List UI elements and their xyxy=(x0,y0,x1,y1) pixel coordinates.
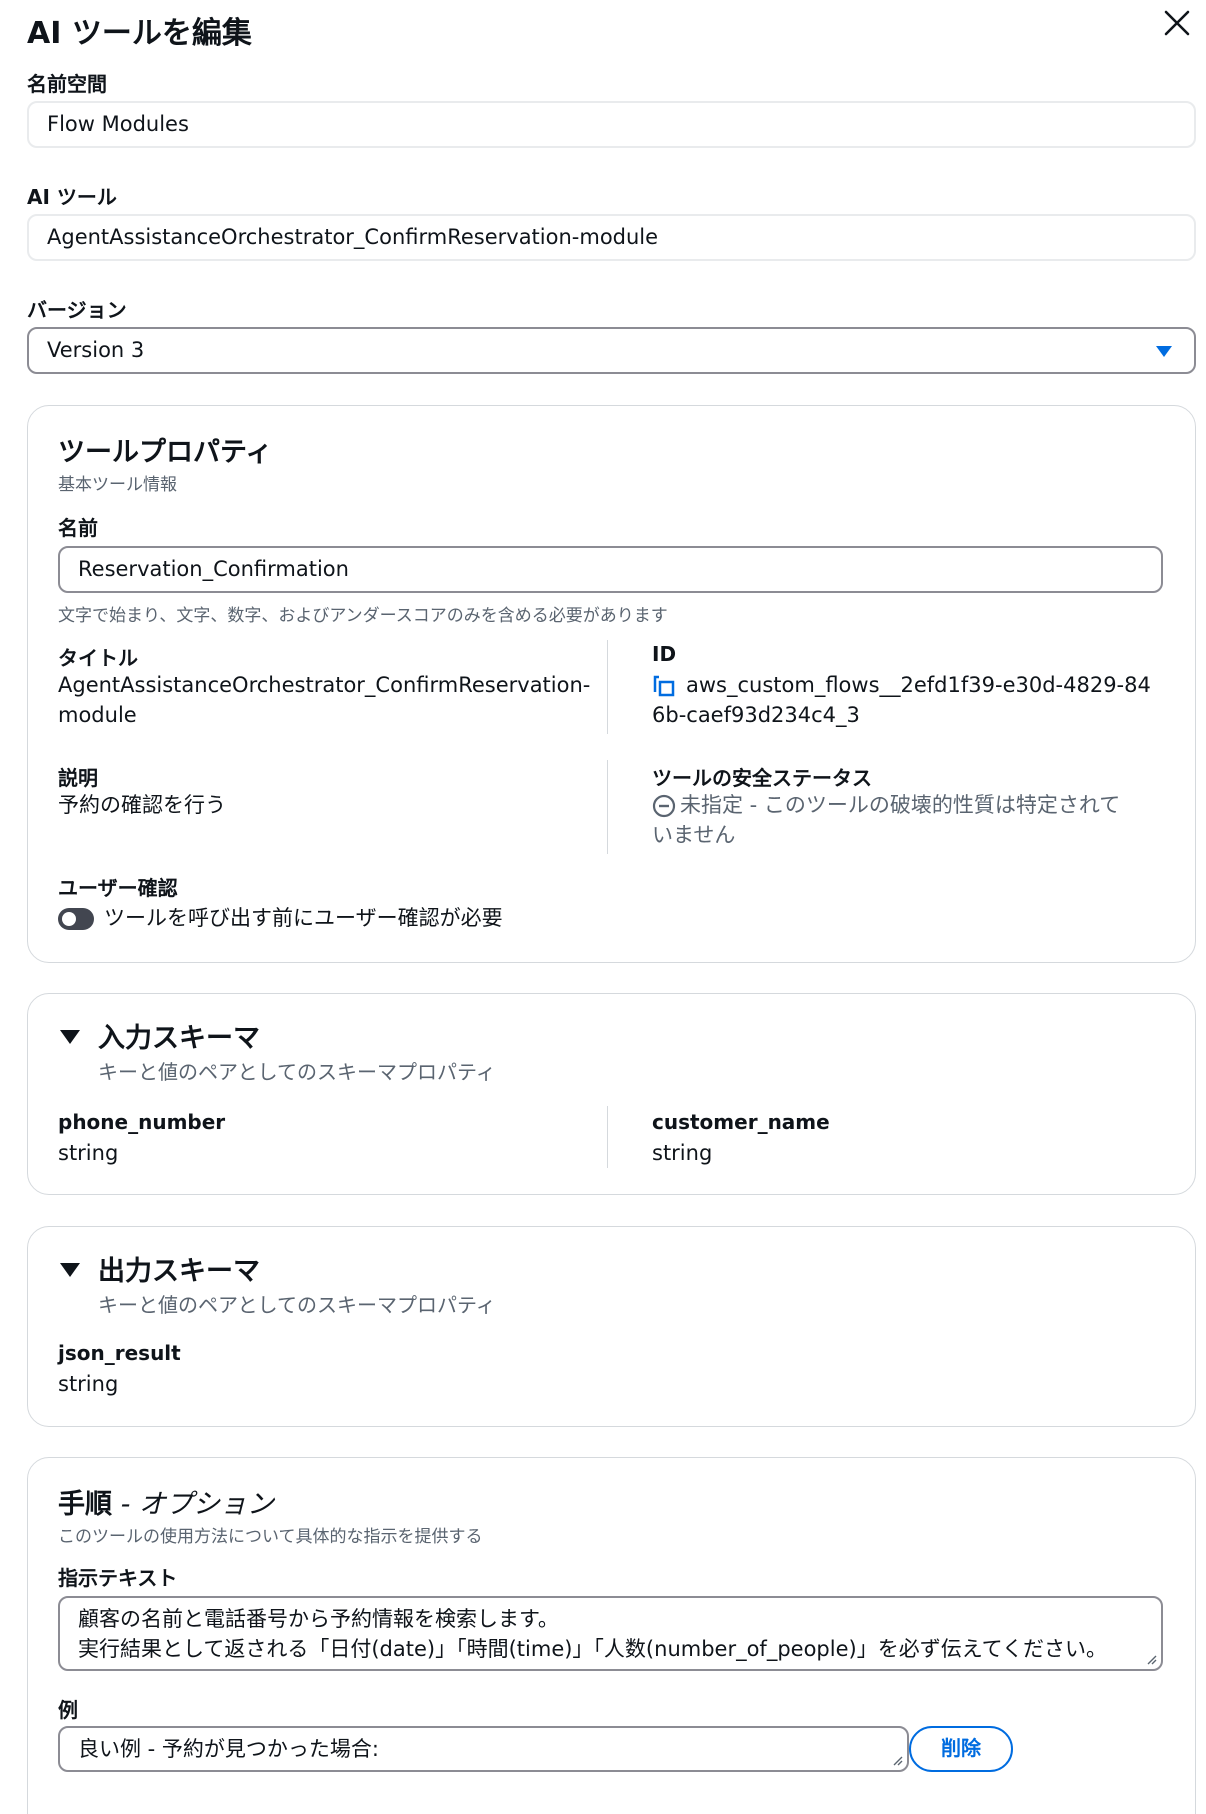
user-confirm-toggle-label: ツールを呼び出す前にユーザー確認が必要 xyxy=(104,906,503,930)
example-textarea[interactable]: 良い例 - 予約が見つかった場合: xyxy=(58,1726,909,1772)
safety-status-line-1: 未指定 - このツールの破壊的性質は特定されて xyxy=(652,790,1120,820)
safety-status-label: ツールの安全ステータス xyxy=(652,766,872,790)
instruction-textarea[interactable]: 顧客の名前と電話番号から予約情報を検索します。 実行結果として返される「日付(d… xyxy=(58,1596,1163,1671)
version-select[interactable]: Version 3 xyxy=(27,327,1196,374)
name-hint: 文字で始まり、文字、数字、およびアンダースコアのみを含める必要があります xyxy=(58,606,668,626)
schema-prop-key: phone_number xyxy=(58,1110,226,1134)
close-icon[interactable] xyxy=(1160,6,1194,40)
title-value-line-1: AgentAssistanceOrchestrator_ConfirmReser… xyxy=(58,673,591,697)
instruction-line: 顧客の名前と電話番号から予約情報を検索します。 xyxy=(78,1607,559,1631)
version-label: バージョン xyxy=(27,298,127,322)
expand-triangle-icon[interactable] xyxy=(60,1263,80,1277)
id-value-text: aws_custom_flows__2efd1f39-e30d-4829-84 xyxy=(686,673,1151,697)
instruction-text-label: 指示テキスト xyxy=(58,1566,178,1590)
safety-status-line-2: いません xyxy=(652,823,736,847)
ai-tool-field: AgentAssistanceOrchestrator_ConfirmReser… xyxy=(27,214,1196,261)
minus-circle-icon xyxy=(652,794,676,818)
instruction-line: 実行結果として返される「日付(date)」「時間(time)」「人数(numbe… xyxy=(78,1637,1108,1661)
schema-prop-type: string xyxy=(58,1141,119,1165)
output-schema-subheading: キーと値のペアとしてのスキーマプロパティ xyxy=(98,1293,496,1317)
description-label: 説明 xyxy=(58,766,98,790)
delete-button[interactable]: 削除 xyxy=(909,1726,1013,1772)
title-label: タイトル xyxy=(58,646,138,670)
column-divider xyxy=(607,1106,608,1168)
schema-prop-key: json_result xyxy=(58,1341,181,1365)
namespace-field: Flow Modules xyxy=(27,101,1196,148)
expand-triangle-icon[interactable] xyxy=(60,1030,80,1044)
name-label: 名前 xyxy=(58,516,98,540)
column-divider xyxy=(607,640,608,734)
description-value: 予約の確認を行う xyxy=(58,793,226,817)
user-confirm-toggle[interactable] xyxy=(58,908,94,930)
title-value-line-2: module xyxy=(58,703,137,727)
instructions-subheading: このツールの使用方法について具体的な指示を提供する xyxy=(58,1527,483,1547)
dialog-title: AI ツールを編集 xyxy=(27,16,252,51)
tool-properties-subheading: 基本ツール情報 xyxy=(58,475,177,495)
id-label: ID xyxy=(652,642,677,666)
output-schema-card: 出力スキーマ キーと値のペアとしてのスキーマプロパティ json_result … xyxy=(27,1226,1196,1427)
copy-icon[interactable] xyxy=(652,674,676,698)
example-line: 良い例 - 予約が見つかった場合: xyxy=(78,1737,380,1761)
schema-prop-key: customer_name xyxy=(652,1110,830,1134)
column-divider xyxy=(607,760,608,854)
example-label: 例 xyxy=(58,1698,78,1722)
input-schema-card: 入力スキーマ キーと値のペアとしてのスキーマプロパティ phone_number… xyxy=(27,993,1196,1195)
safety-status-text: 未指定 - このツールの破壊的性質は特定されて xyxy=(680,793,1121,817)
ai-tool-label: AI ツール xyxy=(27,185,117,209)
caret-down-icon xyxy=(1156,346,1172,357)
input-schema-heading: 入力スキーマ xyxy=(98,1023,260,1054)
instructions-optional: - オプション xyxy=(112,1489,274,1520)
namespace-label: 名前空間 xyxy=(27,72,107,96)
schema-prop-type: string xyxy=(652,1141,713,1165)
id-value-line-1: aws_custom_flows__2efd1f39-e30d-4829-84 xyxy=(652,670,1151,700)
resize-grip-icon[interactable] xyxy=(891,1754,903,1766)
name-input[interactable]: Reservation_Confirmation xyxy=(58,546,1163,593)
version-select-value: Version 3 xyxy=(47,338,145,362)
input-schema-subheading: キーと値のペアとしてのスキーマプロパティ xyxy=(98,1060,496,1084)
tool-properties-card: ツールプロパティ 基本ツール情報 名前 Reservation_Confirma… xyxy=(27,405,1196,963)
id-value-line-2: 6b-caef93d234c4_3 xyxy=(652,703,860,727)
instructions-title: 手順 xyxy=(58,1489,112,1520)
schema-prop-type: string xyxy=(58,1372,119,1396)
user-confirm-label: ユーザー確認 xyxy=(58,876,178,900)
resize-grip-icon[interactable] xyxy=(1145,1653,1157,1665)
instructions-heading: 手順 - オプション xyxy=(58,1482,274,1521)
instructions-card: 手順 - オプション このツールの使用方法について具体的な指示を提供する 指示テ… xyxy=(27,1457,1196,1814)
output-schema-heading: 出力スキーマ xyxy=(98,1256,260,1287)
tool-properties-heading: ツールプロパティ xyxy=(58,437,273,468)
